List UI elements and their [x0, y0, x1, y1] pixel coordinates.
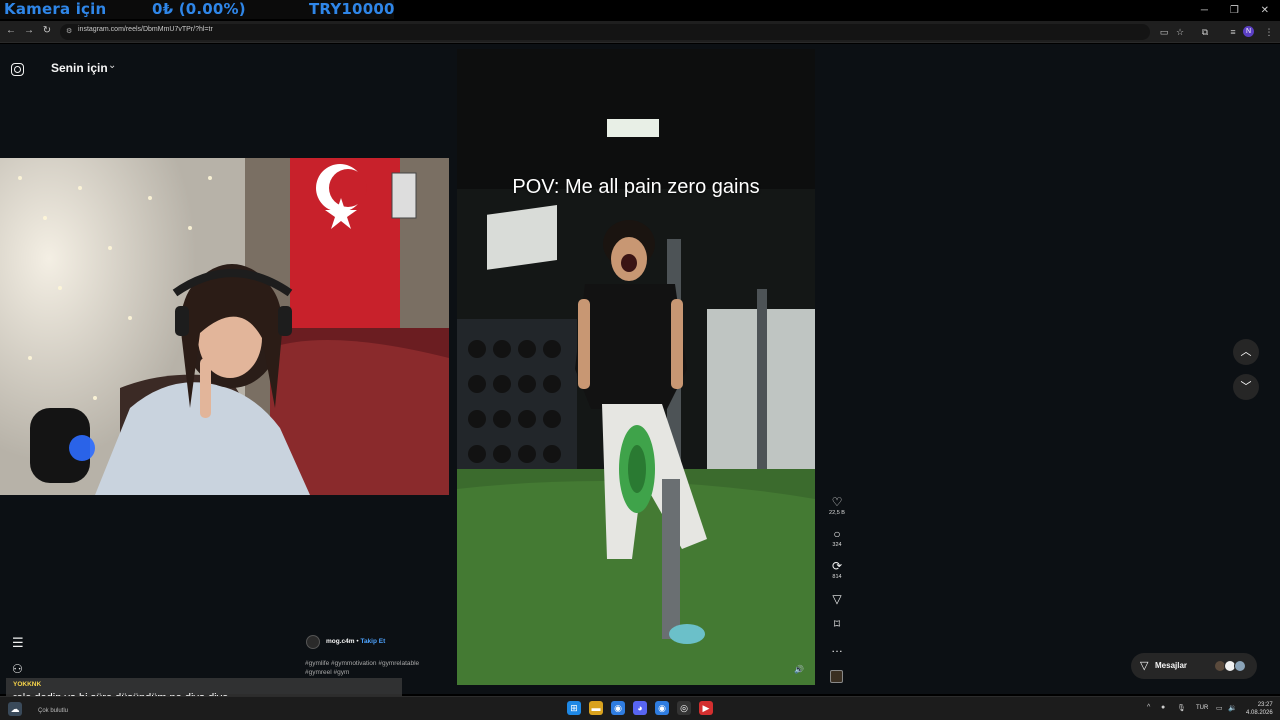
comment-count: 324: [832, 542, 842, 548]
url-text: instagram.com/reels/DbmMmU7vTPr/?hl=tr: [78, 26, 213, 33]
send-icon: ▽: [832, 592, 842, 606]
reel-text-overlay: POV: Me all pain zero gains: [512, 176, 760, 198]
cast-icon[interactable]: ▭: [1157, 25, 1171, 39]
network-icon[interactable]: ▭: [1216, 704, 1223, 712]
heart-icon: ♡: [831, 495, 843, 509]
next-reel-button[interactable]: ﹀: [1233, 374, 1259, 400]
weather-text: Çok bulutlu: [38, 708, 69, 714]
like-count: 22,5 B: [829, 510, 845, 516]
overlay-label: Kamera için: [4, 0, 107, 18]
start-icon[interactable]: ⊞: [567, 701, 581, 715]
forward-arrow-icon[interactable]: →: [22, 24, 36, 38]
streamer-webcam: [0, 158, 449, 495]
author-line: mog.c4m • Takip Et: [326, 638, 385, 645]
chevron-down-icon: ﹀: [1240, 381, 1252, 393]
chevron-down-icon[interactable]: ⌄: [108, 60, 116, 71]
more-options-button[interactable]: …: [826, 641, 848, 655]
chevron-up-icon: ︿: [1240, 346, 1252, 358]
tray-expand-icon[interactable]: ^: [1147, 704, 1150, 711]
author-avatar[interactable]: [306, 635, 320, 649]
clock-time: 23:27: [1257, 702, 1273, 708]
webcam-image: [0, 158, 449, 495]
tray-mic-icon[interactable]: 🎙: [1177, 704, 1186, 712]
language-indicator[interactable]: TUR: [1196, 705, 1208, 711]
close-icon[interactable]: ✕: [1261, 5, 1269, 16]
previous-reel-button[interactable]: ︿: [1233, 339, 1259, 365]
more-icon: …: [831, 641, 843, 655]
feed-title[interactable]: Senin için: [51, 61, 108, 75]
chat-username: YOKKNK: [13, 681, 42, 688]
send-icon: ▽: [1140, 660, 1149, 672]
app-icon[interactable]: ▶: [699, 701, 713, 715]
like-button[interactable]: ♡ 22,5 B: [826, 495, 848, 516]
repost-button[interactable]: ⟳ 814: [826, 559, 848, 580]
comment-button[interactable]: ○ 324: [826, 527, 848, 548]
reload-icon[interactable]: ↻: [40, 24, 54, 38]
audio-thumbnail[interactable]: [830, 670, 843, 683]
stream-donation-overlay: Kamera için 0₺ (0.00%) TRY10000: [0, 0, 394, 19]
author-username[interactable]: mog.c4m: [326, 638, 355, 645]
media-controls-icon[interactable]: ≡: [1226, 25, 1240, 39]
also-from-meta-icon[interactable]: ⚇: [12, 662, 23, 676]
comment-icon: ○: [833, 527, 841, 541]
overlay-value: 0₺ (0.00%): [152, 0, 246, 18]
file-explorer-icon[interactable]: ▬: [589, 701, 603, 715]
volume-icon[interactable]: 🔊: [794, 665, 804, 674]
chrome-profile-icon[interactable]: ◉: [655, 701, 669, 715]
bookmark-star-icon[interactable]: ☆: [1173, 25, 1187, 39]
volume-icon[interactable]: 🔉: [1228, 704, 1237, 712]
more-menu-icon[interactable]: ⋮: [1262, 25, 1276, 39]
obs-icon[interactable]: ◎: [677, 701, 691, 715]
address-bar[interactable]: ⚙ instagram.com/reels/DbmMmU7vTPr/?hl=tr: [60, 24, 1150, 40]
weather-icon[interactable]: ☁: [8, 702, 22, 716]
share-button[interactable]: ▽: [826, 592, 848, 606]
restore-icon[interactable]: ❐: [1230, 5, 1239, 16]
site-info-icon[interactable]: ⚙: [66, 27, 75, 36]
repost-icon: ⟳: [831, 559, 843, 573]
windows-taskbar: ☁ Çok bulutlu ⊞ ▬ ◉ ◕ ◉ ◎ ▶ ^ ● 🎙 TUR ▭ …: [0, 696, 1280, 720]
bookmark-icon: ⌑: [833, 617, 841, 631]
follow-button[interactable]: Takip Et: [360, 638, 385, 645]
window-controls: ─ ❐ ✕: [1190, 0, 1280, 20]
save-button[interactable]: ⌑: [826, 617, 848, 631]
clock[interactable]: 23:27 4.08.2026: [1246, 701, 1273, 717]
menu-icon[interactable]: ☰: [12, 635, 24, 651]
minimize-icon[interactable]: ─: [1201, 5, 1208, 16]
reel-hashtags: #gymlife #gymmotivation #gymrelatable #g…: [305, 660, 420, 676]
profile-avatar[interactable]: N: [1243, 26, 1254, 37]
browser-toolbar: ← → ↻ ⚙ instagram.com/reels/DbmMmU7vTPr/…: [0, 21, 1280, 43]
discord-icon[interactable]: ◕: [633, 701, 647, 715]
instagram-logo-icon[interactable]: [11, 63, 24, 76]
reel-video[interactable]: POV: Me all pain zero gains 🔊: [457, 49, 815, 685]
avatar: [1234, 660, 1246, 672]
chrome-icon[interactable]: ◉: [611, 701, 625, 715]
messages-button[interactable]: ▽ Mesajlar: [1131, 653, 1257, 679]
tray-app-icon[interactable]: ●: [1161, 704, 1165, 711]
overlay-goal: TRY10000: [309, 0, 395, 18]
messages-label: Mesajlar: [1155, 661, 1188, 670]
reel-video-frame: [457, 49, 815, 685]
back-arrow-icon[interactable]: ←: [4, 24, 18, 38]
clock-date: 4.08.2026: [1246, 710, 1273, 716]
extensions-icon[interactable]: ⧉: [1198, 25, 1212, 39]
repost-count: 814: [832, 574, 842, 580]
